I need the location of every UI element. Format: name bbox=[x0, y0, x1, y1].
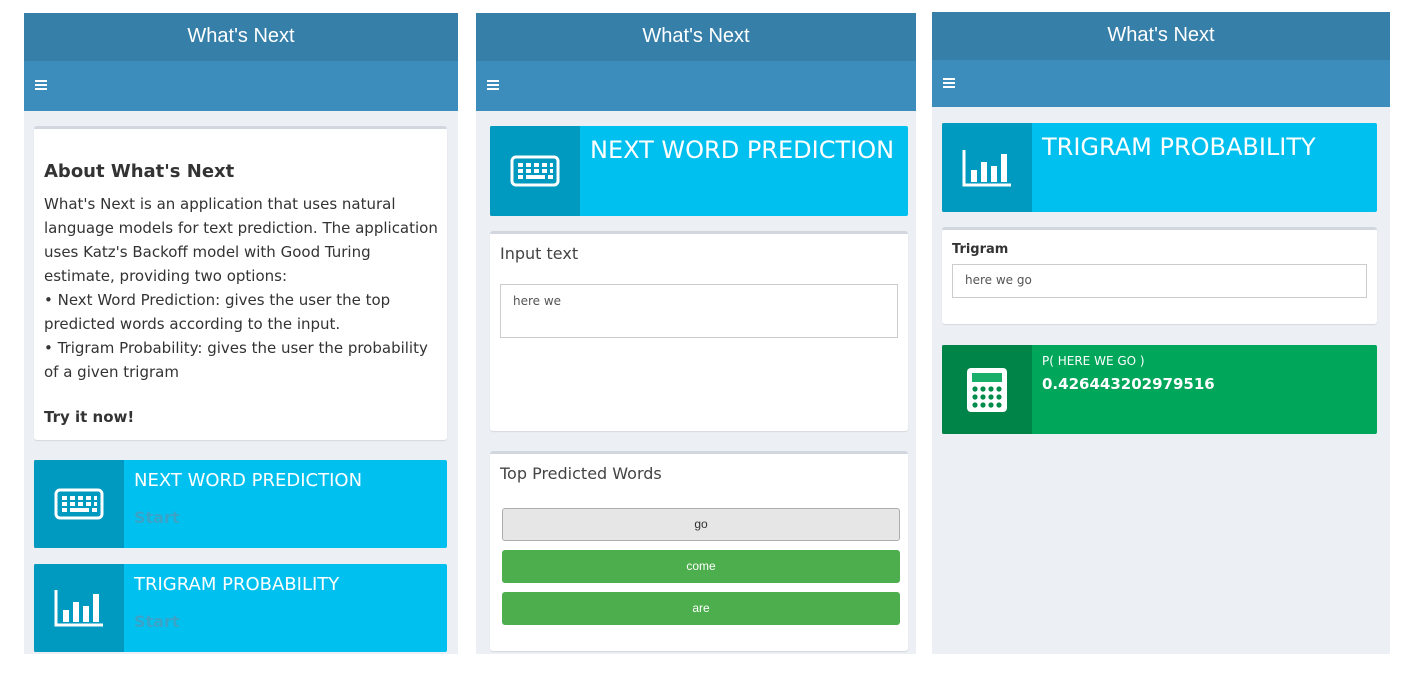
card-title: NEXT WORD PREDICTION bbox=[134, 470, 363, 491]
card-title: TRIGRAM PROBABILITY bbox=[134, 574, 340, 595]
top-predicted-title: Top Predicted Words bbox=[500, 464, 662, 483]
trigram-probability-header: TRIGRAM PROBABILITY bbox=[942, 123, 1377, 212]
about-line: uses Katz's Backoff model with Good Turi… bbox=[44, 243, 371, 261]
about-line: • Trigram Probability: gives the user th… bbox=[44, 339, 428, 357]
keyboard-icon bbox=[490, 126, 580, 216]
app-header: What's Next bbox=[476, 13, 916, 61]
input-textarea[interactable]: here we bbox=[500, 284, 898, 338]
trigram-label: Trigram bbox=[952, 242, 1009, 257]
hamburger-icon[interactable] bbox=[943, 77, 955, 88]
top-predicted-box: Top Predicted Words go come are bbox=[490, 451, 908, 651]
about-line: of a given trigram bbox=[44, 363, 179, 381]
about-line: What's Next is an application that uses … bbox=[44, 195, 396, 213]
next-word-prediction-header: NEXT WORD PREDICTION bbox=[490, 126, 908, 216]
calculator-icon bbox=[942, 345, 1032, 434]
predicted-word-button[interactable]: are bbox=[502, 592, 900, 625]
bar-chart-icon bbox=[942, 123, 1032, 212]
trigram-probability-card[interactable]: TRIGRAM PROBABILITY Start bbox=[34, 564, 447, 652]
app-header: What's Next bbox=[24, 13, 458, 61]
keyboard-icon bbox=[34, 460, 124, 548]
header-title: NEXT WORD PREDICTION bbox=[590, 136, 895, 164]
about-line: language models for text prediction. The… bbox=[44, 219, 438, 237]
hamburger-icon[interactable] bbox=[487, 79, 499, 90]
app-panel-next-word: What's Next NEXT WORD PREDICTION Input t… bbox=[476, 13, 916, 654]
next-word-prediction-card[interactable]: NEXT WORD PREDICTION Start bbox=[34, 460, 447, 548]
navbar bbox=[476, 61, 916, 111]
start-link[interactable]: Start bbox=[134, 612, 180, 631]
predicted-word-button[interactable]: come bbox=[502, 550, 900, 583]
start-link[interactable]: Start bbox=[134, 508, 180, 527]
probability-result-card: P( HERE WE GO ) 0.426443202979516 bbox=[942, 345, 1377, 434]
about-box: About What's Next What's Next is an appl… bbox=[34, 126, 447, 440]
about-line: predicted words according to the input. bbox=[44, 315, 341, 333]
result-value: 0.426443202979516 bbox=[1042, 375, 1215, 393]
input-text-box: Input text here we bbox=[490, 231, 908, 431]
try-it-now-label: Try it now! bbox=[44, 408, 135, 426]
trigram-input[interactable]: here we go bbox=[952, 264, 1367, 298]
app-panel-trigram: What's Next TRIGRAM PROBABILITY Trigram … bbox=[932, 12, 1390, 654]
bar-chart-icon bbox=[34, 564, 124, 652]
about-line: estimate, providing two options: bbox=[44, 267, 288, 285]
input-text-title: Input text bbox=[500, 244, 579, 263]
hamburger-icon[interactable] bbox=[35, 79, 47, 90]
navbar bbox=[24, 61, 458, 111]
about-line: • Next Word Prediction: gives the user t… bbox=[44, 291, 391, 309]
header-title: TRIGRAM PROBABILITY bbox=[1042, 133, 1316, 161]
app-panel-home: What's Next About What's Next What's Nex… bbox=[24, 13, 458, 654]
result-label: P( HERE WE GO ) bbox=[1042, 354, 1145, 368]
navbar bbox=[932, 60, 1390, 107]
predicted-word-button[interactable]: go bbox=[502, 508, 900, 541]
about-title: About What's Next bbox=[44, 161, 235, 182]
app-header: What's Next bbox=[932, 12, 1390, 60]
about-text: What's Next is an application that uses … bbox=[44, 192, 444, 384]
trigram-input-box: Trigram here we go bbox=[942, 227, 1377, 324]
